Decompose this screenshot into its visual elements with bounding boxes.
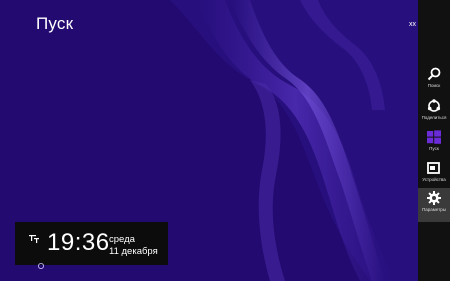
devices-icon	[427, 162, 440, 174]
user-account[interactable]: xx	[409, 21, 416, 28]
charm-settings[interactable]: Параметры	[418, 188, 450, 222]
gear-icon	[427, 191, 441, 205]
charm-share-label: Поделиться	[421, 115, 447, 120]
charm-devices-label: Устройства	[422, 177, 446, 182]
charm-start[interactable]: Пуск	[418, 127, 450, 161]
charm-start-label: Пуск	[429, 146, 439, 151]
clock-time: 19:36	[47, 229, 110, 256]
charm-search[interactable]: Поиск	[418, 64, 450, 98]
charm-settings-label: Параметры	[422, 207, 446, 212]
clock-panel: 19:36 среда 11 декабря	[15, 222, 168, 265]
page-title: Пуск	[36, 14, 74, 33]
charm-devices[interactable]: Устройства	[418, 158, 450, 192]
charms-bar: Поиск Поделиться Пуск Устройства Парамет…	[418, 0, 450, 281]
charm-search-label: Поиск	[427, 83, 441, 88]
charm-share[interactable]: Поделиться	[418, 96, 450, 130]
clock-day: среда	[109, 234, 135, 245]
share-icon	[427, 99, 441, 112]
windows-logo-icon	[427, 130, 441, 144]
clock-date: 11 декабря	[109, 246, 158, 257]
start-screen: Пуск xx 19:36 среда 11 декабря Поиск Под…	[0, 0, 450, 281]
search-icon	[427, 67, 441, 81]
power-icon[interactable]	[37, 262, 45, 270]
network-icon	[29, 235, 39, 243]
